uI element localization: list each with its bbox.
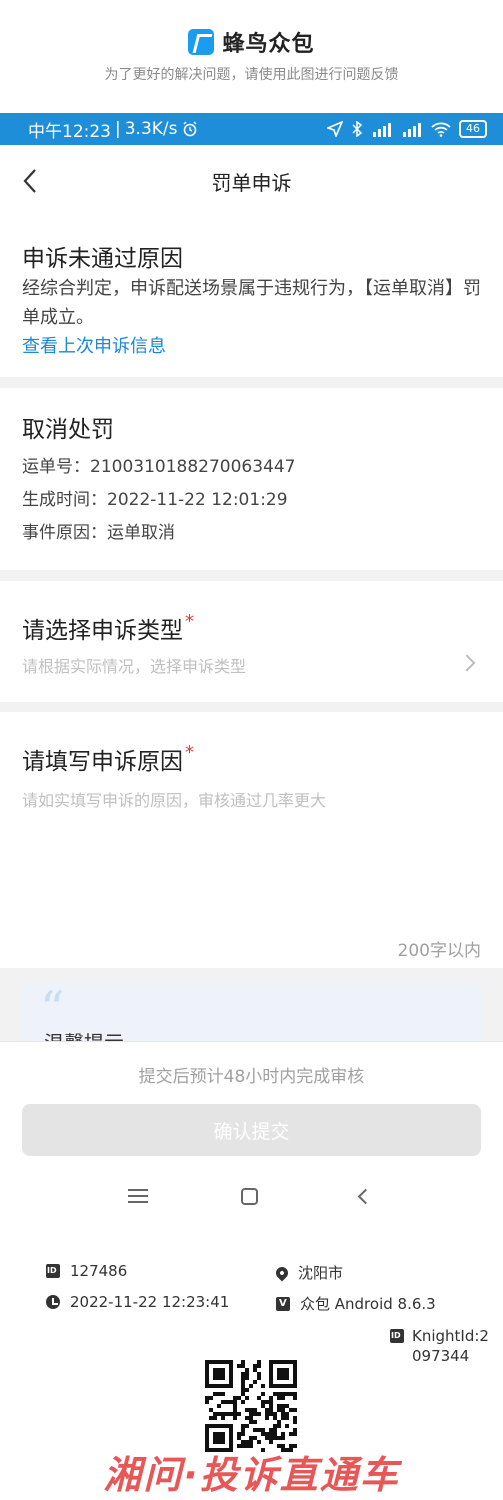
- brand: 蜂鸟众包: [0, 26, 503, 58]
- location-icon: [327, 121, 343, 137]
- system-nav-bar: [0, 1173, 503, 1255]
- meta-id-value: 127486: [70, 1262, 128, 1280]
- location-pin-icon: [273, 1264, 291, 1281]
- view-last-appeal-link[interactable]: 查看上次申诉信息: [22, 332, 166, 358]
- event-reason-row: 事件原因：运单取消: [22, 518, 175, 543]
- meta-id: 127486: [46, 1262, 127, 1280]
- review-eta-text: 提交后预计48小时内完成审核: [138, 1067, 365, 1087]
- knight-id-value: KnightId:2097344: [412, 1327, 489, 1365]
- appeal-type-placeholder: 请根据实际情况，选择申诉类型: [22, 657, 247, 676]
- status-left: 中午12:23 | 3.3K/s: [28, 117, 327, 142]
- wifi-icon: [431, 122, 451, 137]
- meta-version: 众包 Android 8.6.3: [276, 1293, 436, 1314]
- meta-version-value: 众包 Android 8.6.3: [300, 1295, 436, 1313]
- order-number-value: 2100310188270063447: [90, 457, 296, 477]
- confirm-submit-button[interactable]: 确认提交: [22, 1104, 481, 1156]
- required-mark: *: [185, 611, 194, 632]
- nav-bar: 罚单申诉: [0, 145, 503, 217]
- bottom-action-bar: 提交后预计48小时内完成审核 确认提交: [0, 1041, 503, 1173]
- network-speed: 3.3K/s: [124, 119, 178, 139]
- alarm-icon: [183, 121, 197, 137]
- qr-code: [205, 1360, 297, 1452]
- event-reason-label: 事件原因：: [22, 523, 107, 543]
- created-time-row: 生成时间：2022-11-22 12:01:29: [22, 485, 288, 510]
- appeal-type-card[interactable]: 请选择申诉类型 * 请根据实际情况，选择申诉类型: [0, 581, 503, 702]
- created-time-label: 生成时间：: [22, 490, 107, 510]
- app-name: 蜂鸟众包: [222, 32, 315, 57]
- app-screen: 罚单申诉 申诉未通过原因 经综合判定，申诉配送场景属于违规行为，【运单取消】罚单…: [0, 145, 503, 1255]
- appeal-reason-textarea[interactable]: 请如实填写申诉的原因，审核通过几率更大: [22, 787, 482, 927]
- meta-city: 沈阳市: [273, 1262, 344, 1283]
- appeal-type-label: 请选择申诉类型: [22, 618, 183, 644]
- chevron-right-icon: [458, 654, 476, 672]
- appeal-type-title: 请选择申诉类型 *: [22, 611, 194, 645]
- signal-1-icon: [373, 123, 391, 137]
- required-mark: *: [185, 742, 194, 763]
- rejection-card: 申诉未通过原因 经综合判定，申诉配送场景属于违规行为，【运单取消】罚单成立。 查…: [0, 217, 503, 377]
- banner-subtitle: 为了更好的解决问题，请使用此图进行问题反馈: [104, 67, 399, 83]
- clock-icon: [46, 1295, 60, 1309]
- appeal-reason-card: 请填写申诉原因 * 请如实填写申诉的原因，审核通过几率更大 200字以内: [0, 712, 503, 968]
- status-right: 46: [327, 120, 487, 138]
- penalty-title: 取消处罚: [22, 417, 114, 443]
- rejection-reason: 经综合判定，申诉配送场景属于违规行为，【运单取消】罚单成立。: [22, 278, 481, 328]
- bluetooth-icon: [352, 121, 363, 137]
- quote-icon: “: [40, 983, 65, 1037]
- meta-datetime-value: 2022-11-22 12:23:41: [70, 1293, 230, 1311]
- hummingbird-logo-icon: [188, 29, 215, 55]
- status-divider: |: [115, 119, 121, 139]
- event-reason-value: 运单取消: [107, 523, 175, 543]
- feedback-banner: 蜂鸟众包 为了更好的解决问题，请使用此图进行问题反馈: [0, 0, 503, 112]
- meta-city-value: 沈阳市: [298, 1264, 344, 1282]
- recent-apps-icon[interactable]: [128, 1189, 148, 1203]
- id-icon: [46, 1264, 60, 1278]
- meta-datetime: 2022-11-22 12:23:41: [46, 1293, 229, 1311]
- created-time-value: 2022-11-22 12:01:29: [107, 490, 288, 510]
- appeal-reason-title: 请填写申诉原因 *: [22, 742, 194, 776]
- rejection-title: 申诉未通过原因: [22, 246, 183, 272]
- status-time: 中午12:23: [28, 121, 111, 142]
- signal-2-icon: [403, 123, 421, 137]
- status-bar: 中午12:23 | 3.3K/s 46: [0, 113, 503, 145]
- order-number-row: 运单号：2100310188270063447: [22, 452, 296, 477]
- penalty-card: 取消处罚 运单号：2100310188270063447 生成时间：2022-1…: [0, 388, 503, 570]
- page-title: 罚单申诉: [211, 171, 292, 195]
- appeal-reason-label: 请填写申诉原因: [22, 749, 183, 775]
- meta-knight: KnightId:2097344: [390, 1326, 498, 1366]
- watermark-logo: 湘问·投诉直通车: [103, 1453, 400, 1497]
- id-icon: [390, 1329, 404, 1343]
- order-number-label: 运单号：: [22, 457, 90, 477]
- version-icon: [276, 1296, 290, 1311]
- battery-indicator: 46: [459, 120, 487, 138]
- home-icon[interactable]: [241, 1188, 258, 1205]
- char-limit-counter: 200字以内: [397, 941, 481, 961]
